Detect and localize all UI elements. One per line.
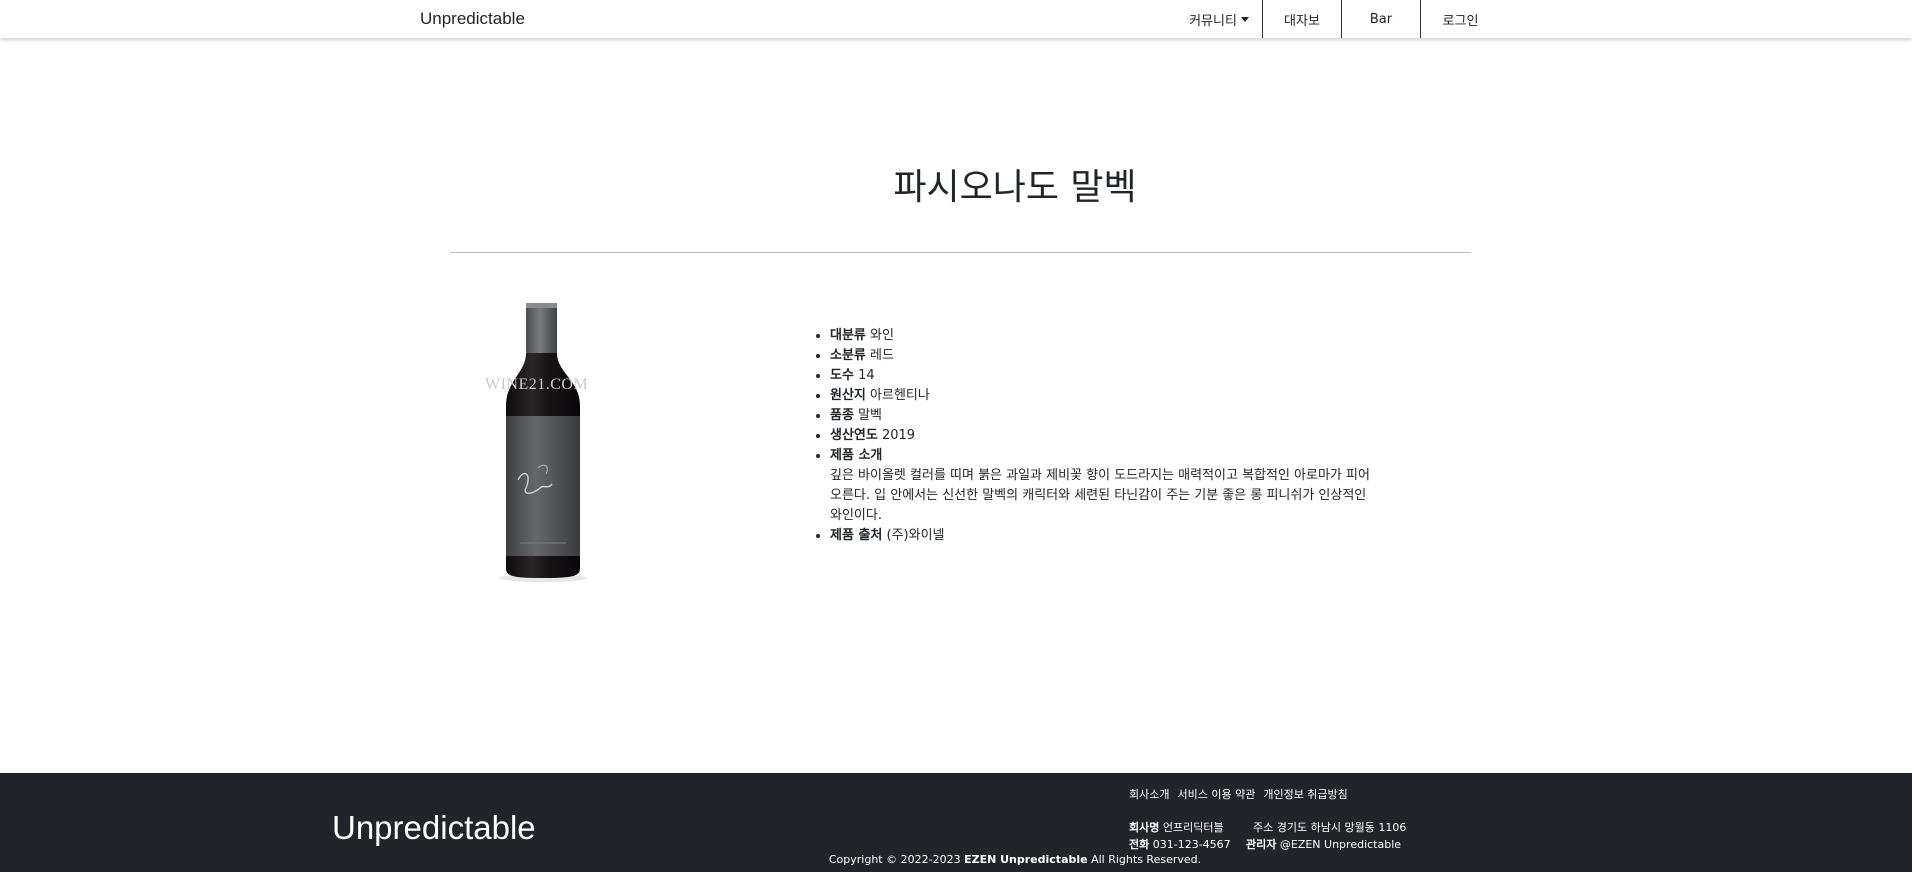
spec-value: 레드 — [870, 348, 894, 363]
phone-label: 전화 — [1129, 838, 1150, 851]
spec-item: 원산지 아르헨티나 — [830, 386, 1382, 406]
footer-link-about[interactable]: 회사소개 — [1129, 786, 1169, 802]
spec-label: 품종 — [830, 408, 854, 423]
spec-item: 품종 말벡 — [830, 406, 1382, 426]
source-value: (주)와이넬 — [886, 528, 945, 543]
spec-item: 도수 14 — [830, 366, 1382, 386]
wine-bottle-image — [499, 303, 587, 582]
image-watermark: WINE21.COM — [485, 376, 589, 393]
address-value: 경기도 하남시 망월동 1106 — [1276, 821, 1407, 834]
spec-item: 소분류 레드 — [830, 346, 1382, 366]
nav-item-login[interactable]: 로그인 — [1420, 0, 1500, 38]
copyright: Copyright © 2022-2023 EZEN Unpredictable… — [0, 853, 1912, 866]
site-footer: Unpredictable 회사소개 서비스 이용 약관 개인정보 취급방침 회… — [0, 773, 1912, 872]
top-navbar: Unpredictable 커뮤니티 대자보 Bar 로그인 — [0, 0, 1912, 38]
spec-value: 와인 — [870, 328, 894, 343]
spec-label: 원산지 — [830, 388, 866, 403]
nav-login-label: 로그인 — [1442, 13, 1479, 29]
product-title: 파시오나도 말벡 — [893, 167, 1137, 208]
nav-item-bar[interactable]: Bar — [1341, 0, 1420, 38]
phone-value: 031-123-4567 — [1152, 838, 1231, 851]
nav-board-label: 대자보 — [1284, 13, 1320, 29]
nav-item-board[interactable]: 대자보 — [1262, 0, 1341, 38]
company-label: 회사명 — [1129, 821, 1160, 834]
spec-label: 생산연도 — [830, 428, 878, 443]
copyright-suffix: All Rights Reserved. — [1091, 853, 1202, 866]
intro-label: 제품 소개 — [830, 448, 883, 463]
spec-item-intro: 제품 소개 깊은 바이올렛 컬러를 띠며 붉은 과일과 제비꽃 향이 도드라지는… — [830, 446, 1382, 526]
footer-company: 회사명 언프리딕터블 — [1129, 819, 1224, 835]
footer-address: 주소 경기도 하남시 망월동 1106 — [1253, 819, 1406, 835]
footer-link-privacy[interactable]: 개인정보 취급방침 — [1263, 786, 1347, 802]
copyright-brand: EZEN Unpredictable — [964, 853, 1088, 866]
intro-text: 깊은 바이올렛 컬러를 띠며 붉은 과일과 제비꽃 향이 도드라지는 매력적이고… — [830, 468, 1370, 523]
spec-value: 14 — [858, 368, 875, 383]
product-info: 대분류 와인 소분류 레드 도수 14 원산지 아르헨티나 품종 말벡 생산연도… — [812, 326, 1382, 546]
product-image — [480, 298, 610, 584]
spec-label: 대분류 — [830, 328, 866, 343]
footer-links: 회사소개 서비스 이용 약관 개인정보 취급방침 — [1129, 786, 1348, 802]
brand-logo[interactable]: Unpredictable — [420, 9, 525, 29]
spec-value: 2019 — [881, 428, 916, 443]
address-label: 주소 — [1253, 821, 1274, 834]
company-value: 언프리딕터블 — [1162, 821, 1224, 834]
admin-label: 관리자 — [1246, 838, 1277, 851]
nav-bar-label: Bar — [1369, 11, 1393, 27]
nav-community-label: 커뮤니티 — [1189, 13, 1237, 29]
spec-value: 말벡 — [858, 408, 882, 423]
admin-value: @EZEN Unpredictable — [1279, 838, 1402, 851]
footer-link-terms[interactable]: 서비스 이용 약관 — [1177, 786, 1255, 802]
spec-value: 아르헨티나 — [870, 388, 930, 403]
spec-list: 대분류 와인 소분류 레드 도수 14 원산지 아르헨티나 품종 말벡 생산연도… — [812, 326, 1382, 546]
title-divider — [450, 252, 1471, 253]
footer-phone: 전화 031-123-4567 — [1129, 836, 1231, 852]
caret-down-icon — [1240, 17, 1249, 22]
nav-community-dropdown[interactable]: 커뮤니티 — [1176, 0, 1262, 38]
copyright-prefix: Copyright © 2022-2023 — [828, 853, 961, 866]
spec-item: 대분류 와인 — [830, 326, 1382, 346]
source-label: 제품 출처 — [830, 528, 883, 543]
spec-item: 생산연도 2019 — [830, 426, 1382, 446]
footer-brand: Unpredictable — [332, 809, 536, 846]
footer-admin: 관리자 @EZEN Unpredictable — [1246, 836, 1401, 852]
spec-label: 도수 — [830, 368, 854, 383]
spec-label: 소분류 — [830, 348, 866, 363]
main-nav: 커뮤니티 대자보 Bar 로그인 — [1176, 0, 1500, 38]
spec-item-source: 제품 출처 (주)와이넬 — [830, 526, 1382, 546]
